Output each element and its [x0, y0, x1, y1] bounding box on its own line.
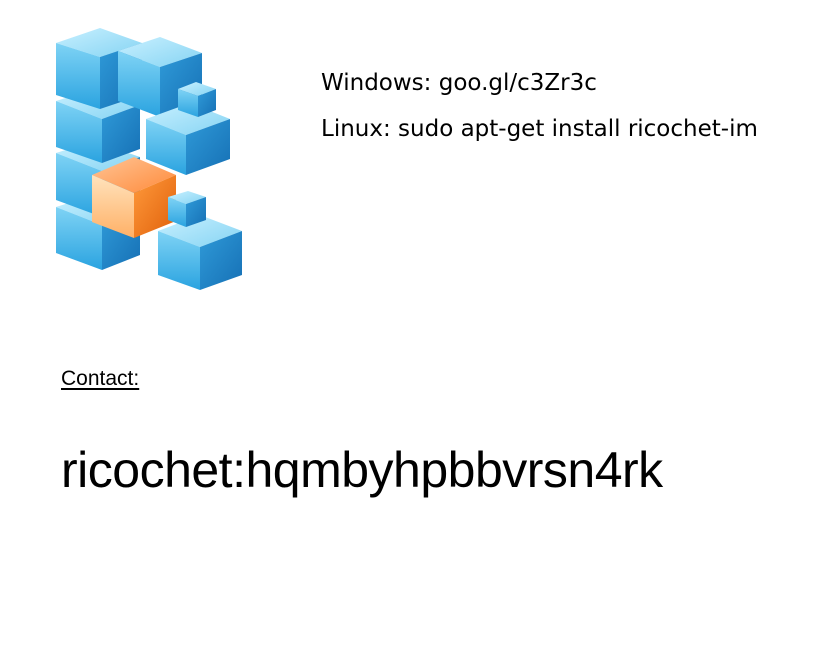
- cube-stack-logo-icon: [56, 28, 242, 290]
- cube-small-bottom: [168, 191, 206, 227]
- contact-label: Contact:: [61, 367, 140, 390]
- linux-install-text: Linux: sudo apt-get install ricochet-im: [321, 116, 758, 142]
- contact-id: ricochet:hqmbyhpbbvrsn4rk: [61, 442, 663, 498]
- cube-bottom-right: [158, 215, 242, 290]
- windows-install-text: Windows: goo.gl/c3Zr3c: [321, 70, 597, 96]
- cube-small-top: [178, 82, 216, 117]
